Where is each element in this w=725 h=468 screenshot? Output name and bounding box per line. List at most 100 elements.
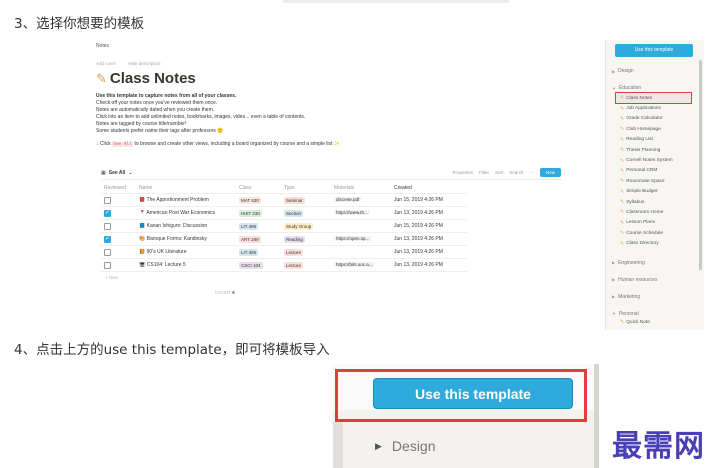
materials-cell[interactable]: discrete.pdf xyxy=(334,197,394,203)
table-row[interactable]: 📙 90's UK Literature LIT 455 Lecture Jun 13… xyxy=(101,246,467,259)
sort-button[interactable]: Sort xyxy=(495,170,503,175)
materials-cell[interactable]: https://bits.uoc.a... xyxy=(334,262,394,268)
template-item-quick-note[interactable]: ✎ Quick Note xyxy=(620,317,698,327)
category-design-zoomed[interactable]: ▶ Design xyxy=(375,438,436,454)
class-cell[interactable]: MAT 630 xyxy=(239,196,284,204)
class-tag: LIT 455 xyxy=(239,248,259,256)
materials-cell[interactable]: https://www.th... xyxy=(334,210,394,216)
type-cell[interactable]: Reading xyxy=(284,235,334,243)
zoom-scrollbar[interactable] xyxy=(594,364,599,468)
template-item[interactable]: ✎ Thesis Planning xyxy=(620,145,698,155)
template-item[interactable]: ✎ Lesson Plans xyxy=(620,218,698,228)
template-item[interactable]: ✎ Job Applications xyxy=(620,103,698,113)
class-cell[interactable]: ART 289 xyxy=(239,235,284,243)
more-button[interactable]: ··· xyxy=(529,170,534,175)
type-cell[interactable]: Seminar xyxy=(284,196,334,204)
template-item[interactable]: ✎ Reading List xyxy=(620,135,698,145)
filter-button[interactable]: Filter xyxy=(479,170,489,175)
template-item[interactable]: ✎ Simple Budget xyxy=(620,187,698,197)
new-button[interactable]: New xyxy=(539,168,561,177)
category-education[interactable]: ▼ Education xyxy=(612,85,698,91)
table-row[interactable]: 📘 Kanan Ishiguro: Discussion LIT 495 Study… xyxy=(101,220,467,233)
class-tag: CSCI 104 xyxy=(239,261,263,269)
created-cell: Jun 15, 2019 4:26 PM xyxy=(394,223,443,229)
table-row[interactable]: 📍 American Post War EconomicsHIST 230Sec… xyxy=(101,207,467,220)
type-cell[interactable]: Lecture xyxy=(284,248,334,256)
material-link[interactable]: https://open.sp... xyxy=(334,236,372,241)
reviewed-checkbox[interactable] xyxy=(104,248,111,256)
reviewed-checkbox[interactable] xyxy=(104,209,111,217)
reviewed-cell xyxy=(101,196,139,204)
description-line: Notes are automatically dated when you c… xyxy=(96,107,215,113)
template-item[interactable]: ✎ Cornell Notes System xyxy=(620,155,698,165)
template-item[interactable]: ✎ Club Homepage xyxy=(620,124,698,134)
template-item-label: Thesis Planning xyxy=(626,147,661,153)
template-item[interactable]: ✎ Grade Calculator xyxy=(620,114,698,124)
template-item[interactable]: ✎ Course Schedule xyxy=(620,228,698,238)
column-header[interactable]: Type xyxy=(284,185,334,191)
hide-description-button[interactable]: Hide description xyxy=(128,61,160,66)
reviewed-checkbox[interactable] xyxy=(104,235,111,243)
materials-cell[interactable]: https://open.sp... xyxy=(334,236,394,242)
table-row[interactable]: 📕 The Apportionment Problem MAT 630 Semina… xyxy=(101,194,467,207)
document-icon: ✎ xyxy=(620,230,625,237)
reviewed-checkbox[interactable] xyxy=(104,222,111,230)
reviewed-cell xyxy=(101,209,139,217)
material-link[interactable]: https://www.th... xyxy=(334,210,370,215)
category-marketing[interactable]: ▶ Marketing xyxy=(612,294,698,300)
material-link[interactable]: https://bits.uoc.a... xyxy=(334,262,375,267)
column-header[interactable]: Class xyxy=(239,185,284,191)
category-design[interactable]: ▶ Design xyxy=(612,68,698,74)
type-tag: Lecture xyxy=(284,248,304,256)
row-icon: 📘 xyxy=(139,223,146,229)
type-cell[interactable]: Lecture xyxy=(284,261,334,269)
view-switcher[interactable]: ▦ See All ⌄ xyxy=(101,170,132,176)
add-row-button[interactable]: + New xyxy=(101,272,467,283)
document-icon: ✎ xyxy=(620,319,625,326)
class-cell[interactable]: CSCI 104 xyxy=(239,261,284,269)
reviewed-checkbox[interactable] xyxy=(104,196,111,204)
properties-button[interactable]: Properties xyxy=(452,170,473,175)
type-cell[interactable]: Study Group xyxy=(284,222,334,230)
column-header[interactable]: Created xyxy=(394,185,467,191)
template-item[interactable]: ✎ Syllabus xyxy=(620,197,698,207)
count-label: COUNT xyxy=(215,290,231,295)
column-header[interactable]: Name xyxy=(139,185,239,191)
triangle-down-icon: ▼ xyxy=(612,85,616,91)
table-row[interactable]: 🎨 Baroque Forms: KandinskyART 289Reading… xyxy=(101,233,467,246)
template-item[interactable]: ✎ Classroom Home xyxy=(620,207,698,217)
template-item-label: Lesson Plans xyxy=(626,220,656,226)
material-link[interactable]: discrete.pdf xyxy=(334,197,362,202)
template-item[interactable]: ✎ Class Notes xyxy=(615,91,692,105)
category-label: Design xyxy=(391,438,436,454)
template-item[interactable]: ✎ Class Directory xyxy=(620,238,698,248)
name-cell[interactable]: 🎨 Baroque Forms: Kandinsky xyxy=(139,236,239,242)
row-name: Kanan Ishiguro: Discussion xyxy=(146,223,208,229)
name-cell[interactable]: 📍 American Post War Economics xyxy=(139,210,239,216)
class-cell[interactable]: LIT 495 xyxy=(239,222,284,230)
name-cell[interactable]: 📘 Kanan Ishiguro: Discussion xyxy=(139,223,239,229)
type-cell[interactable]: Section xyxy=(284,209,334,217)
template-item-label: Syllabus xyxy=(626,199,645,205)
name-cell[interactable]: 🖥 CS104: Lecture 5 xyxy=(139,262,239,268)
count-value: 6 xyxy=(232,290,235,295)
category-engineering[interactable]: ▶ Engineering xyxy=(612,260,698,266)
add-cover-button[interactable]: Add cover xyxy=(96,61,116,66)
name-cell[interactable]: 📕 The Apportionment Problem xyxy=(139,197,239,203)
template-item-label: Quick Note xyxy=(626,319,650,325)
search-button[interactable]: Search xyxy=(509,170,523,175)
column-header[interactable]: Reviewed xyxy=(101,185,139,191)
reviewed-checkbox[interactable] xyxy=(104,261,111,269)
use-template-button[interactable]: Use this template xyxy=(615,44,693,57)
breadcrumb[interactable]: Notes xyxy=(96,43,595,49)
column-header[interactable]: Materials xyxy=(334,185,394,191)
class-cell[interactable]: LIT 455 xyxy=(239,248,284,256)
category-human-resources[interactable]: ▶ Human resources xyxy=(612,277,698,283)
template-item[interactable]: ✎ Personal CRM xyxy=(620,166,698,176)
name-cell[interactable]: 📙 90's UK Literature xyxy=(139,249,239,255)
template-item[interactable]: ✎ Roommate Space xyxy=(620,176,698,186)
class-tag: LIT 495 xyxy=(239,222,259,230)
class-cell[interactable]: HIST 230 xyxy=(239,209,284,217)
sidebar-scrollbar[interactable] xyxy=(699,60,702,270)
table-row[interactable]: 🖥 CS104: Lecture 5 CSCI 104 Lecture https:/… xyxy=(101,259,467,272)
